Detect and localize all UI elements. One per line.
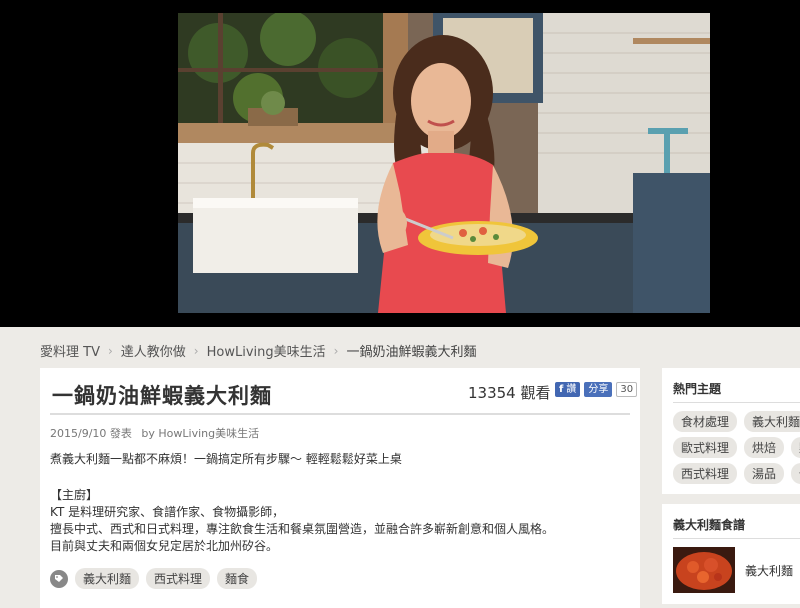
article-description: 煮義大利麵一點都不麻煩！一鍋搞定所有步驟～ 輕輕鬆鬆好菜上桌 <box>50 452 402 466</box>
bio-line: 擅長中式、西式和日式料理，專注飲食生活和餐桌氛圍營造，並融合許多嶄新創意和個人風… <box>50 522 555 536</box>
hot-tag[interactable]: 西式料理 <box>673 463 738 484</box>
breadcrumb-channel[interactable]: HowLiving美味生活 <box>207 341 326 360</box>
share-bar: f 讚 分享 30 <box>555 382 638 397</box>
recipe-item[interactable]: 義大利麵 <box>673 547 793 593</box>
video-player[interactable] <box>0 0 800 327</box>
hot-tag[interactable]: 歐式料理 <box>673 437 738 458</box>
post-meta: 2015/9/10 發表 by HowLiving美味生活 <box>50 425 259 441</box>
pasta-recipes-panel: 義大利麵食譜 義大利麵 <box>662 504 800 604</box>
hot-tag[interactable]: 義大利麵 <box>744 411 800 432</box>
like-label: 讚 <box>566 384 577 395</box>
facebook-like-button[interactable]: f 讚 <box>555 382 581 397</box>
share-button[interactable]: 分享 <box>584 382 613 397</box>
hot-tag[interactable]: 湯品 <box>744 463 785 484</box>
recipe-thumbnail <box>673 547 735 593</box>
title-divider <box>50 413 630 415</box>
tag-icon <box>50 569 68 588</box>
breadcrumb: 愛料理 TV › 達人教你做 › HowLiving美味生活 › 一鍋奶油鮮蝦義… <box>40 341 477 361</box>
panel-divider <box>673 538 800 539</box>
bio-line: 【主廚】 <box>50 488 99 502</box>
breadcrumb-experts[interactable]: 達人教你做 <box>121 341 186 360</box>
share-count: 30 <box>616 382 638 397</box>
pasta-recipes-title: 義大利麵食譜 <box>673 518 746 532</box>
tag-noodles[interactable]: 麵食 <box>217 568 258 589</box>
breadcrumb-current: 一鍋奶油鮮蝦義大利麵 <box>346 345 477 360</box>
post-date: 2015/9/10 發表 <box>50 427 132 440</box>
panel-divider <box>673 402 800 403</box>
view-count: 13354 觀看 <box>468 384 551 402</box>
tag-western[interactable]: 西式料理 <box>146 568 211 589</box>
chef-bio: 【主廚】 KT 是料理研究家、食譜作家、食物攝影師， 擅長中式、西式和日式料理，… <box>50 487 554 555</box>
hot-tag[interactable]: 點 <box>791 437 800 458</box>
breadcrumb-home[interactable]: 愛料理 TV <box>40 341 100 360</box>
video-frame[interactable] <box>178 13 710 313</box>
hot-topics-title: 熱門主題 <box>673 382 722 396</box>
chevron-right-icon: › <box>107 343 113 358</box>
bio-line: KT 是料理研究家、食譜作家、食物攝影師， <box>50 505 285 519</box>
bio-line: 目前與丈夫和兩個女兒定居於北加州矽谷。 <box>50 539 279 553</box>
hot-tag[interactable]: 烘焙 <box>744 437 785 458</box>
facebook-icon: f <box>559 384 564 395</box>
chevron-right-icon: › <box>333 343 339 358</box>
tag-pasta[interactable]: 義大利麵 <box>75 568 140 589</box>
hot-topics-list: 食材處理 義大利麵 歐式料理 烘焙 點 西式料理 湯品 便 <box>673 411 800 484</box>
hot-tag[interactable]: 食材處理 <box>673 411 738 432</box>
article-tags: 義大利麵 西式料理 麵食 <box>50 568 258 589</box>
chevron-right-icon: › <box>193 343 199 358</box>
hot-topics-panel: 熱門主題 食材處理 義大利麵 歐式料理 烘焙 點 西式料理 湯品 便 <box>662 368 800 494</box>
hot-tag[interactable]: 便 <box>791 463 800 484</box>
post-author[interactable]: by HowLiving美味生活 <box>141 427 259 440</box>
article-card: 一鍋奶油鮮蝦義大利麵 13354 觀看 f 讚 分享 30 2015/9/10 … <box>40 368 640 608</box>
recipe-title: 義大利麵 <box>745 563 794 578</box>
video-still <box>178 13 710 313</box>
page-title: 一鍋奶油鮮蝦義大利麵 <box>52 384 272 408</box>
